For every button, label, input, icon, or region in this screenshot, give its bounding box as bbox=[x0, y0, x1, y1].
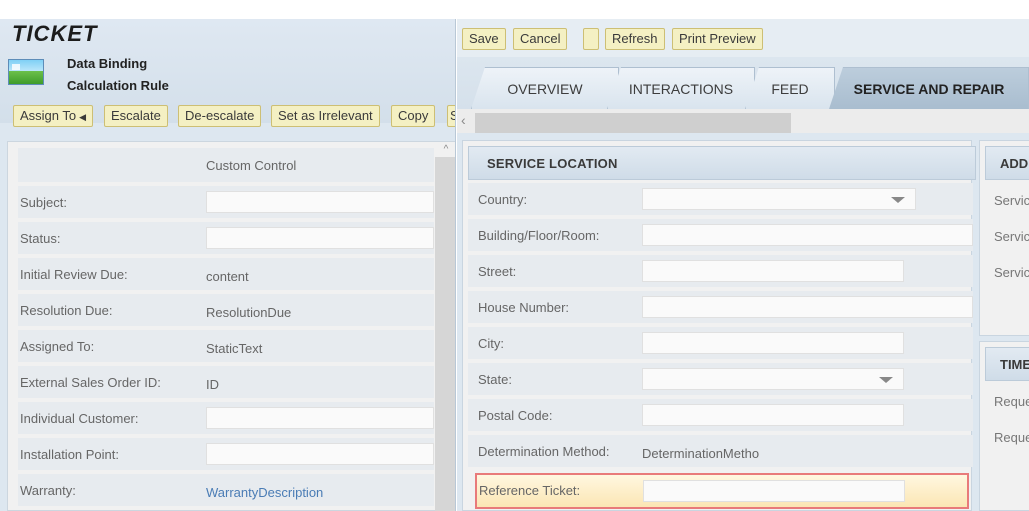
warranty-label: Warranty: bbox=[20, 483, 76, 498]
right-pane: Save Cancel Refresh Print Preview OVERVI… bbox=[457, 19, 1029, 511]
form-row-warranty: Warranty: WarrantyDescription bbox=[18, 474, 434, 506]
external-sales-order-id-label: External Sales Order ID: bbox=[20, 375, 161, 390]
save-button[interactable]: Save bbox=[462, 28, 506, 50]
postal-code-input[interactable] bbox=[642, 404, 904, 426]
country-label: Country: bbox=[478, 192, 528, 207]
row-street: Street: bbox=[468, 255, 973, 287]
time-panel: TIME Reque Reque bbox=[979, 341, 1029, 511]
reference-ticket-input[interactable] bbox=[643, 480, 905, 502]
chevron-left-icon[interactable]: ‹ bbox=[461, 112, 466, 128]
external-sales-order-id-value: ID bbox=[206, 377, 219, 392]
street-label: Street: bbox=[478, 264, 517, 279]
reference-ticket-label: Reference Ticket: bbox=[479, 483, 581, 498]
row-determination-method: Determination Method: DeterminationMetho bbox=[468, 435, 973, 467]
state-label: State: bbox=[478, 372, 512, 387]
tab-overview[interactable]: OVERVIEW bbox=[471, 67, 619, 109]
individual-customer-input[interactable] bbox=[206, 407, 434, 429]
ticket-form: Custom Control Subject: Status: Initial … bbox=[7, 141, 455, 511]
custom-control-label: Custom Control bbox=[206, 158, 297, 173]
street-input[interactable] bbox=[642, 260, 904, 282]
form-row-subject: Subject: bbox=[18, 186, 434, 218]
determination-method-value: DeterminationMetho bbox=[642, 446, 760, 461]
blank-toolbar-button[interactable] bbox=[583, 28, 599, 50]
form-row-resolution-due: Resolution Due: ResolutionDue bbox=[18, 294, 434, 326]
form-row-initial-review-due: Initial Review Due: content bbox=[18, 258, 434, 290]
tab-service-and-repair[interactable]: SERVICE AND REPAIR bbox=[829, 67, 1029, 109]
ticket-subtitle-calculation-rule: Calculation Rule bbox=[67, 78, 169, 93]
row-city: City: bbox=[468, 327, 973, 359]
row-postal-code: Postal Code: bbox=[468, 399, 973, 431]
tab-scrollbar-thumb[interactable] bbox=[475, 113, 791, 133]
cancel-button[interactable]: Cancel bbox=[513, 28, 568, 50]
house-number-input[interactable] bbox=[642, 296, 973, 318]
ticket-subtitle-data-binding: Data Binding bbox=[67, 56, 148, 71]
form-scrollbar[interactable] bbox=[435, 142, 455, 511]
resolution-due-value: ResolutionDue bbox=[206, 305, 292, 320]
building-floor-room-label: Building/Floor/Room: bbox=[478, 228, 600, 243]
time-panel-header: TIME bbox=[985, 347, 1029, 381]
form-row-individual-customer: Individual Customer: bbox=[18, 402, 434, 434]
additional-line-1: Servic bbox=[994, 193, 1029, 208]
installation-point-input[interactable] bbox=[206, 443, 434, 465]
assigned-to-value: StaticText bbox=[206, 341, 263, 356]
row-state: State: bbox=[468, 363, 973, 395]
form-row-external-sales-order-id: External Sales Order ID: ID bbox=[18, 366, 434, 398]
initial-review-due-label: Initial Review Due: bbox=[20, 267, 128, 282]
assigned-to-label: Assigned To: bbox=[20, 339, 95, 354]
postal-code-label: Postal Code: bbox=[478, 408, 553, 423]
status-label: Status: bbox=[20, 231, 61, 246]
refresh-button[interactable]: Refresh bbox=[605, 28, 665, 50]
city-input[interactable] bbox=[642, 332, 904, 354]
subject-input[interactable] bbox=[206, 191, 434, 213]
resolution-due-label: Resolution Due: bbox=[20, 303, 113, 318]
tab-interactions[interactable]: INTERACTIONS bbox=[607, 67, 755, 109]
assign-to-label: Assign To bbox=[20, 108, 77, 123]
row-reference-ticket: Reference Ticket: bbox=[475, 473, 969, 509]
additional-panel-title: ADD bbox=[1000, 156, 1029, 171]
set-as-irrelevant-button[interactable]: Set as Irrelevant bbox=[271, 105, 380, 127]
time-panel-title: TIME bbox=[1000, 357, 1029, 372]
copy-button[interactable]: Copy bbox=[391, 105, 436, 127]
row-country: Country: bbox=[468, 183, 973, 215]
service-location-title: SERVICE LOCATION bbox=[487, 156, 618, 171]
form-row-assigned-to: Assigned To: StaticText bbox=[18, 330, 434, 362]
scroll-up-icon[interactable]: ^ bbox=[435, 142, 455, 157]
subject-label: Subject: bbox=[20, 195, 67, 210]
ticket-title: TICKET bbox=[12, 21, 98, 46]
row-house-number: House Number: bbox=[468, 291, 973, 323]
service-location-panel: SERVICE LOCATION Country: Building/Floor… bbox=[462, 140, 976, 511]
ticket-image-icon bbox=[8, 59, 44, 85]
time-line-1: Reque bbox=[994, 394, 1029, 409]
house-number-label: House Number: bbox=[478, 300, 570, 315]
print-preview-button[interactable]: Print Preview bbox=[672, 28, 763, 50]
additional-panel: ADD Servic Servic Servic bbox=[979, 140, 1029, 336]
installation-point-label: Installation Point: bbox=[20, 447, 120, 462]
individual-customer-label: Individual Customer: bbox=[20, 411, 139, 426]
initial-review-due-value: content bbox=[206, 269, 249, 284]
form-row-installation-point: Installation Point: bbox=[18, 438, 434, 470]
service-location-header: SERVICE LOCATION bbox=[468, 146, 976, 180]
time-line-2: Reque bbox=[994, 430, 1029, 445]
status-input[interactable] bbox=[206, 227, 434, 249]
ticket-left-pane: TICKET Data Binding Calculation Rule Ass… bbox=[0, 19, 456, 511]
triangle-left-icon: ◀ bbox=[79, 112, 87, 122]
determination-method-label: Determination Method: bbox=[478, 444, 610, 459]
top-toolbar: Save Cancel Refresh Print Preview bbox=[457, 19, 1029, 57]
form-row-status: Status: bbox=[18, 222, 434, 254]
warranty-description-link[interactable]: WarrantyDescription bbox=[206, 485, 323, 500]
building-floor-room-input[interactable] bbox=[642, 224, 973, 246]
de-escalate-button[interactable]: De-escalate bbox=[178, 105, 262, 127]
escalate-button[interactable]: Escalate bbox=[104, 105, 168, 127]
custom-control-row: Custom Control bbox=[18, 148, 434, 182]
country-select[interactable] bbox=[642, 188, 916, 210]
tab-feed[interactable]: FEED bbox=[745, 67, 835, 109]
city-label: City: bbox=[478, 336, 504, 351]
additional-line-2: Servic bbox=[994, 229, 1029, 244]
state-select[interactable] bbox=[642, 368, 904, 390]
additional-line-3: Servic bbox=[994, 265, 1029, 280]
additional-panel-header: ADD bbox=[985, 146, 1029, 180]
row-building-floor-room: Building/Floor/Room: bbox=[468, 219, 973, 251]
truncated-action-button[interactable]: S bbox=[447, 105, 455, 127]
assign-to-button[interactable]: Assign To ◀ bbox=[13, 105, 94, 127]
